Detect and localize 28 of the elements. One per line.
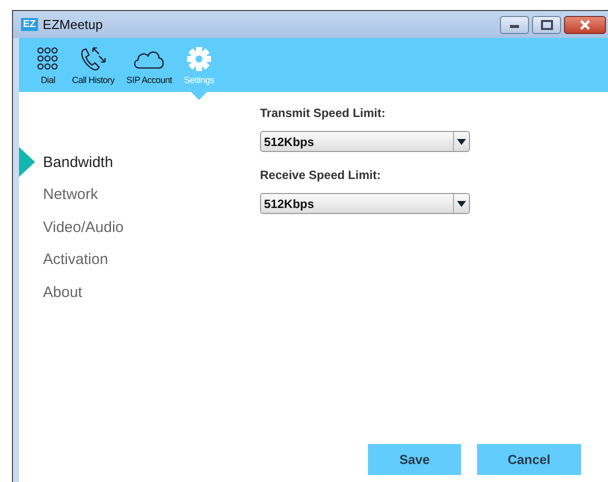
sidebar-item[interactable]: Video/Audio [43,218,124,236]
dialpad-icon [36,46,60,72]
maximize-icon [540,20,552,30]
maximize-button[interactable] [532,16,561,34]
action-button[interactable]: Save [368,444,461,475]
minimize-button[interactable] [500,16,529,34]
minimize-icon [510,25,519,28]
settings-icon [186,46,212,72]
toolbar-tab[interactable]: SIP Account [123,38,175,92]
sidebar-item[interactable]: About [43,284,82,301]
speed-dropdown[interactable]: 512Kbps [260,131,470,152]
selection-pointer-icon [19,147,35,177]
sidebar-item[interactable]: Activation [43,251,108,268]
sidebar-item[interactable]: Network [43,186,98,204]
phone-arrows-icon [79,46,108,72]
field-label: Transmit Speed Limit: [260,106,386,120]
caret-icon [457,200,466,206]
speed-dropdown[interactable]: 512Kbps [260,193,470,214]
toolbar-tab[interactable]: Dial [33,38,63,92]
caret-icon [457,138,466,144]
field-label: Receive Speed Limit: [260,168,381,182]
close-icon [578,20,592,30]
sidebar-item[interactable]: Bandwidth [43,154,114,171]
close-button[interactable] [564,16,606,34]
action-button[interactable]: Cancel [477,444,581,475]
app-logo: EZ [21,18,38,31]
toolbar-tab[interactable]: Call History [69,38,118,92]
window-title: EZMeetup [42,17,103,32]
